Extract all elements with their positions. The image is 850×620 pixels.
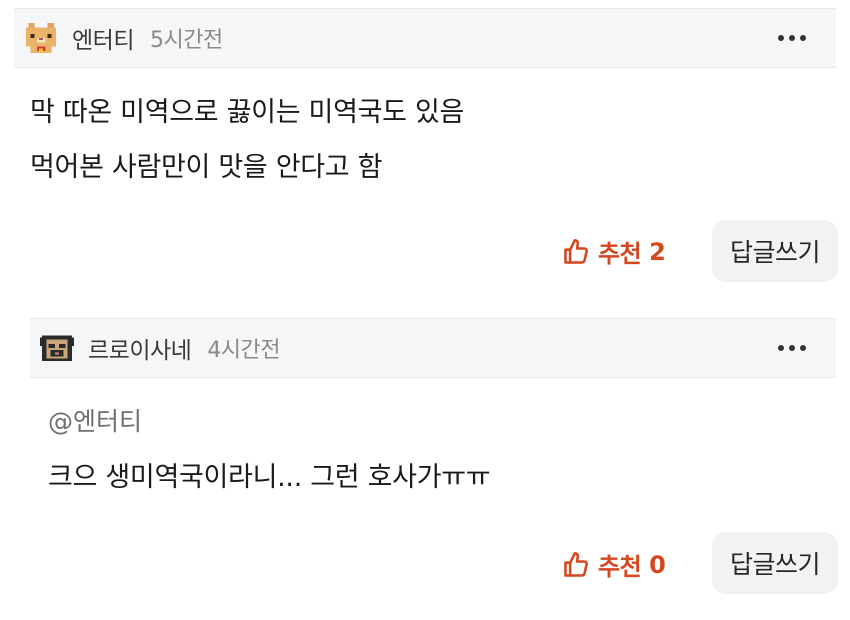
comment-header: 엔터티 5시간전 bbox=[14, 8, 836, 68]
timestamp: 4시간전 bbox=[207, 338, 281, 363]
comment-text-line: 막 따온 미역으로 끓이는 미역국도 있음 bbox=[30, 97, 465, 128]
write-reply-button[interactable]: 답글쓰기 bbox=[712, 532, 838, 594]
thumbs-up-icon bbox=[564, 551, 588, 577]
cat-pixel-avatar-icon[interactable] bbox=[24, 21, 58, 55]
author-name[interactable]: 엔터티 bbox=[72, 21, 134, 55]
recommend-label: 추천 bbox=[598, 553, 642, 581]
author-name[interactable]: 르로이사네 bbox=[88, 331, 192, 365]
recommend-label: 추천 bbox=[598, 240, 642, 268]
timestamp: 5시간전 bbox=[149, 28, 223, 53]
recommend-button[interactable]: 추천 2 bbox=[562, 234, 666, 269]
thumbs-up-icon bbox=[564, 238, 588, 264]
recommend-count: 2 bbox=[649, 237, 666, 266]
comment-text-line: 먹어본 사람만이 맛을 안다고 함 bbox=[30, 152, 383, 183]
reply-header: 르로이사네 4시간전 bbox=[30, 318, 836, 378]
pug-pixel-avatar-icon[interactable] bbox=[40, 331, 74, 365]
more-options-icon[interactable] bbox=[772, 29, 812, 47]
mention-tag[interactable]: @엔터티 bbox=[48, 402, 142, 438]
comment-text-line: 크으 생미역국이라니... 그런 호사가ㅠㅠ bbox=[48, 462, 491, 493]
recommend-button[interactable]: 추천 0 bbox=[562, 547, 666, 582]
write-reply-button[interactable]: 답글쓰기 bbox=[712, 220, 838, 282]
more-options-icon[interactable] bbox=[772, 339, 812, 357]
recommend-count: 0 bbox=[649, 550, 666, 579]
